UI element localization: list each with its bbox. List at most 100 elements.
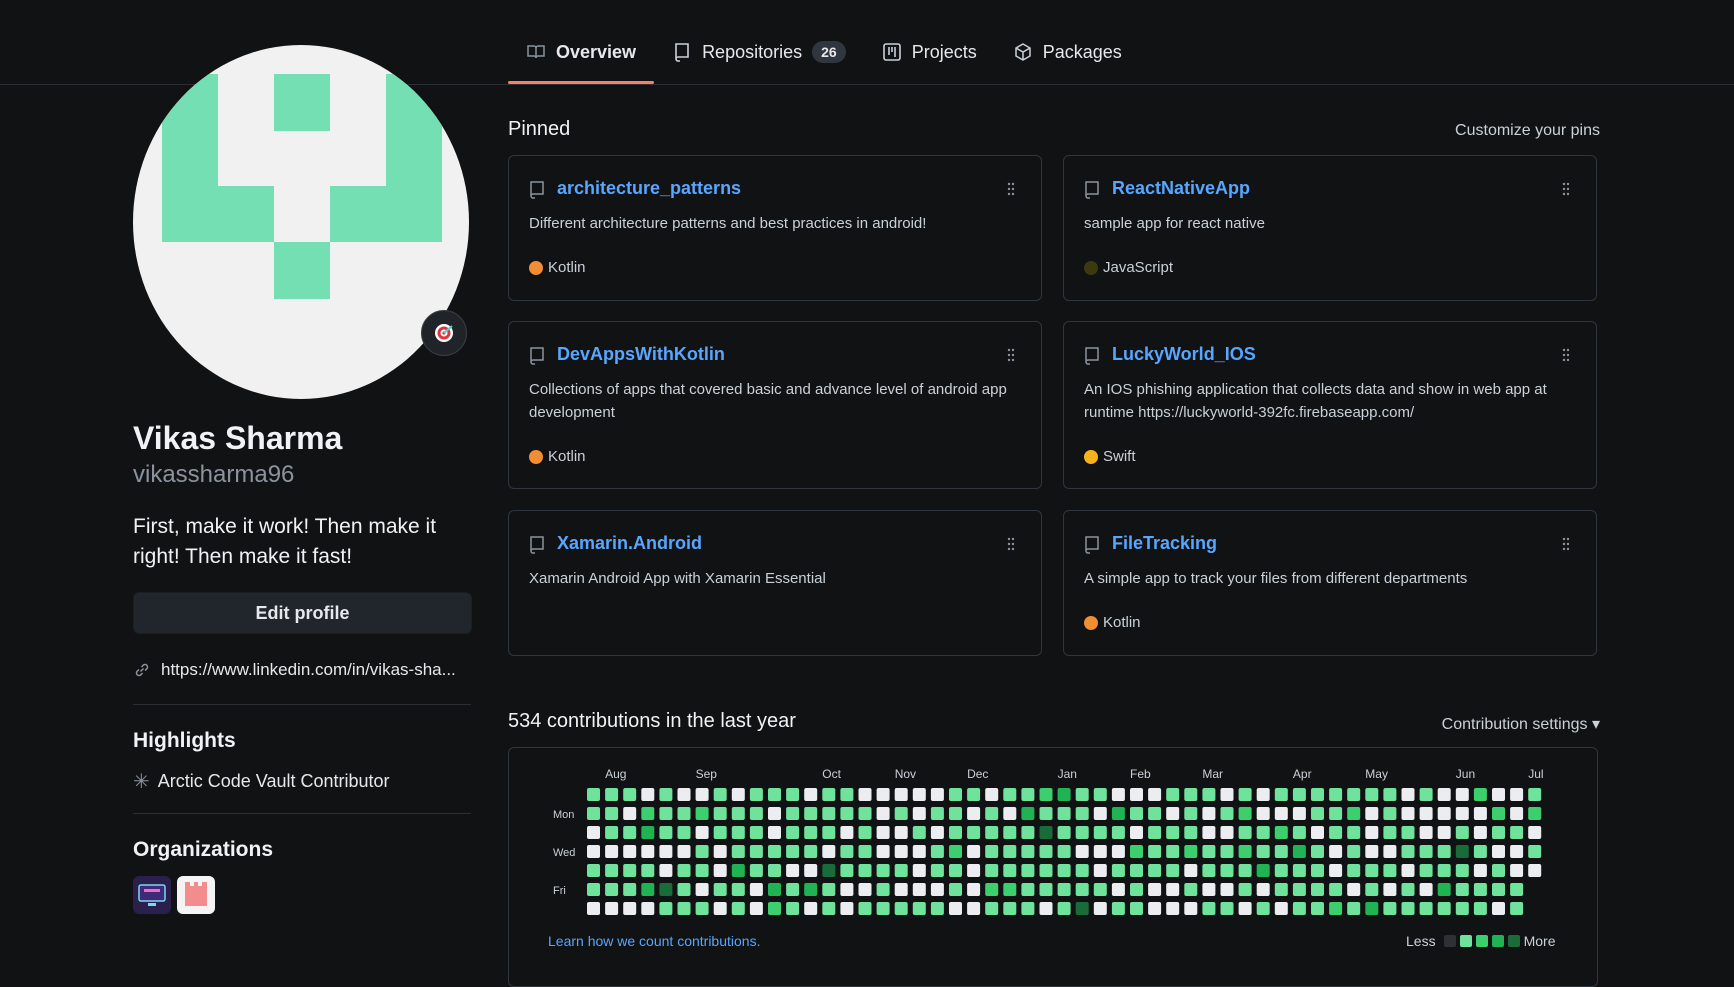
contribution-day-cell[interactable] — [587, 902, 600, 915]
contribution-day-cell[interactable] — [695, 807, 709, 820]
contribution-day-cell[interactable] — [1220, 902, 1234, 915]
contribution-day-cell[interactable] — [1166, 788, 1180, 801]
contribution-day-cell[interactable] — [1220, 845, 1234, 858]
drag-handle-icon[interactable] — [1562, 348, 1570, 362]
contribution-day-cell[interactable] — [930, 788, 944, 801]
contribution-day-cell[interactable] — [1329, 883, 1343, 896]
contribution-day-cell[interactable] — [804, 883, 818, 896]
contribution-day-cell[interactable] — [1238, 807, 1252, 820]
contribution-day-cell[interactable] — [1148, 883, 1162, 896]
contribution-day-cell[interactable] — [804, 845, 818, 858]
contribution-day-cell[interactable] — [1437, 902, 1451, 915]
contribution-day-cell[interactable] — [967, 845, 981, 858]
contribution-day-cell[interactable] — [1401, 883, 1415, 896]
contribution-day-cell[interactable] — [804, 826, 818, 839]
contribution-day-cell[interactable] — [1238, 826, 1252, 839]
contribution-day-cell[interactable] — [894, 845, 908, 858]
contribution-day-cell[interactable] — [858, 826, 872, 839]
contribution-day-cell[interactable] — [786, 788, 800, 801]
contribution-day-cell[interactable] — [1528, 864, 1542, 877]
contribution-day-cell[interactable] — [677, 864, 691, 877]
contribution-day-cell[interactable] — [876, 788, 890, 801]
contribution-day-cell[interactable] — [1166, 864, 1180, 877]
contribution-day-cell[interactable] — [768, 845, 781, 858]
contribution-day-cell[interactable] — [1039, 788, 1053, 801]
contribution-day-cell[interactable] — [949, 902, 962, 915]
contribution-day-cell[interactable] — [1166, 826, 1180, 839]
contribution-day-cell[interactable] — [1075, 864, 1089, 877]
contribution-day-cell[interactable] — [623, 883, 637, 896]
org-avatar-monitor[interactable] — [133, 876, 171, 914]
contribution-day-cell[interactable] — [804, 807, 818, 820]
contribution-day-cell[interactable] — [731, 902, 745, 915]
contribution-day-cell[interactable] — [912, 902, 926, 915]
contribution-day-cell[interactable] — [985, 807, 999, 820]
contribution-day-cell[interactable] — [731, 807, 745, 820]
contribution-day-cell[interactable] — [1329, 788, 1343, 801]
contribution-day-cell[interactable] — [840, 807, 854, 820]
contribution-day-cell[interactable] — [1419, 883, 1433, 896]
contribution-day-cell[interactable] — [1473, 807, 1487, 820]
contribution-day-cell[interactable] — [1111, 826, 1125, 839]
contribution-day-cell[interactable] — [1473, 883, 1487, 896]
contribution-day-cell[interactable] — [1510, 788, 1524, 801]
contribution-day-cell[interactable] — [1057, 826, 1071, 839]
contribution-day-cell[interactable] — [695, 902, 709, 915]
repo-name-link[interactable]: FileTracking — [1112, 533, 1217, 554]
contribution-day-cell[interactable] — [786, 845, 800, 858]
edit-profile-button[interactable]: Edit profile — [133, 592, 472, 634]
contribution-day-cell[interactable] — [1528, 807, 1542, 820]
contribution-day-cell[interactable] — [1256, 902, 1270, 915]
contribution-day-cell[interactable] — [1383, 864, 1397, 877]
contribution-day-cell[interactable] — [1003, 845, 1017, 858]
contribution-day-cell[interactable] — [804, 864, 818, 877]
contribution-day-cell[interactable] — [1510, 845, 1524, 858]
contribution-day-cell[interactable] — [641, 864, 655, 877]
contribution-settings-dropdown[interactable]: Contribution settings ▾ — [1442, 714, 1600, 734]
contribution-day-cell[interactable] — [1130, 807, 1143, 820]
contribution-day-cell[interactable] — [858, 807, 872, 820]
contribution-day-cell[interactable] — [1347, 788, 1361, 801]
contribution-day-cell[interactable] — [641, 883, 655, 896]
status-emoji-button[interactable] — [421, 310, 467, 356]
contribution-day-cell[interactable] — [1419, 788, 1433, 801]
contribution-day-cell[interactable] — [1202, 788, 1216, 801]
contribution-day-cell[interactable] — [1437, 883, 1451, 896]
contribution-day-cell[interactable] — [659, 902, 673, 915]
contribution-day-cell[interactable] — [985, 883, 999, 896]
contribution-day-cell[interactable] — [659, 883, 673, 896]
contribution-day-cell[interactable] — [1365, 883, 1379, 896]
contribution-day-cell[interactable] — [1130, 788, 1143, 801]
contribution-day-cell[interactable] — [1347, 845, 1361, 858]
contribution-day-cell[interactable] — [1202, 845, 1216, 858]
contribution-day-cell[interactable] — [1455, 902, 1469, 915]
drag-handle-icon[interactable] — [1007, 537, 1015, 551]
contribution-day-cell[interactable] — [1238, 864, 1252, 877]
contribution-day-cell[interactable] — [1039, 807, 1053, 820]
contribution-day-cell[interactable] — [985, 845, 999, 858]
contribution-day-cell[interactable] — [1202, 883, 1216, 896]
contribution-day-cell[interactable] — [587, 845, 600, 858]
contribution-day-cell[interactable] — [1256, 807, 1270, 820]
contribution-day-cell[interactable] — [1401, 788, 1415, 801]
contribution-day-cell[interactable] — [1057, 864, 1071, 877]
contribution-day-cell[interactable] — [1021, 826, 1035, 839]
contribution-day-cell[interactable] — [930, 883, 944, 896]
contribution-day-cell[interactable] — [840, 845, 854, 858]
contribution-day-cell[interactable] — [822, 864, 836, 877]
contribution-day-cell[interactable] — [1111, 902, 1125, 915]
avatar[interactable] — [133, 45, 469, 399]
contribution-day-cell[interactable] — [1166, 902, 1180, 915]
contribution-day-cell[interactable] — [749, 807, 763, 820]
contribution-day-cell[interactable] — [1311, 826, 1324, 839]
customize-pins-link[interactable]: Customize your pins — [1455, 122, 1600, 140]
contribution-day-cell[interactable] — [641, 807, 655, 820]
contribution-day-cell[interactable] — [1148, 864, 1162, 877]
contribution-day-cell[interactable] — [1075, 845, 1089, 858]
drag-handle-icon[interactable] — [1562, 537, 1570, 551]
contribution-day-cell[interactable] — [1510, 826, 1524, 839]
contribution-day-cell[interactable] — [1003, 826, 1017, 839]
contribution-day-cell[interactable] — [605, 788, 619, 801]
contribution-day-cell[interactable] — [1528, 826, 1542, 839]
contribution-day-cell[interactable] — [1148, 788, 1162, 801]
